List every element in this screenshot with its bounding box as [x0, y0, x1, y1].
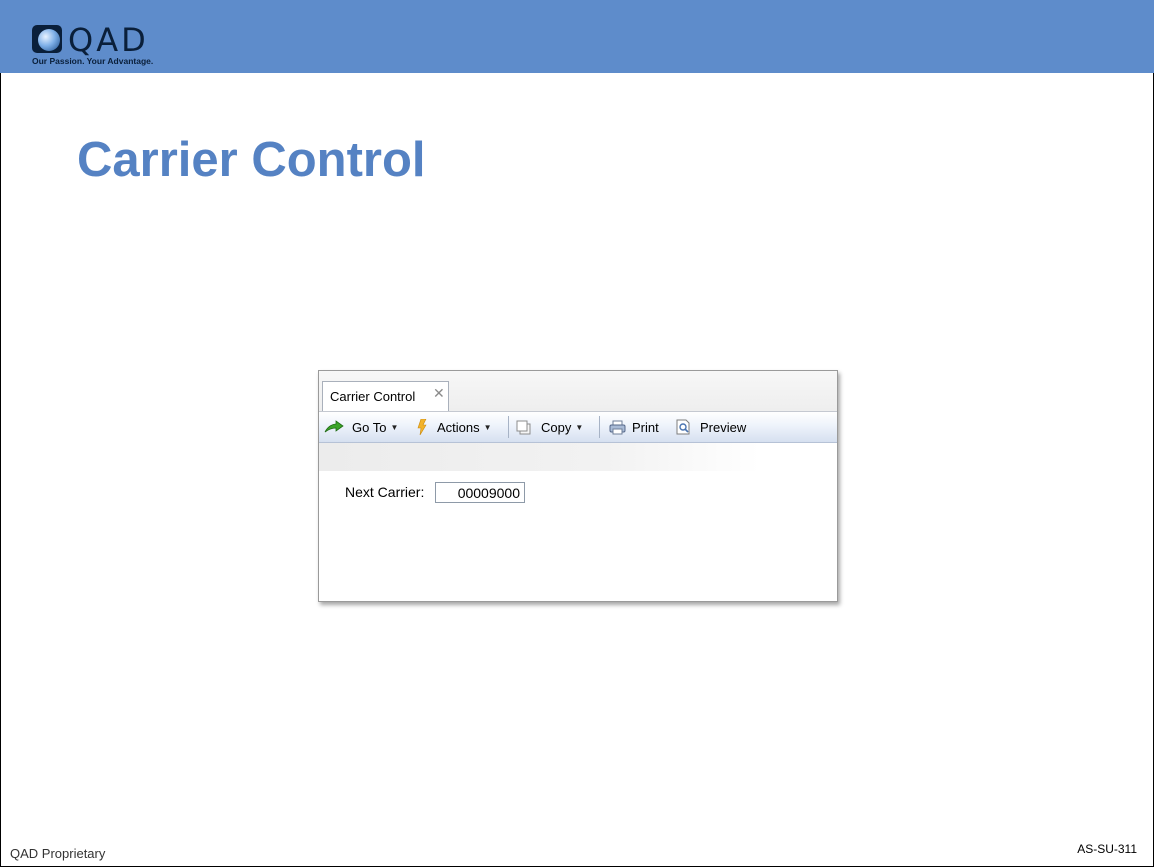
preview-button[interactable]: Preview	[676, 412, 746, 442]
chevron-down-icon: ▼	[390, 422, 399, 432]
copy-label: Copy	[541, 419, 572, 435]
copy-icon	[516, 420, 531, 435]
footer-slide-code: AS-SU-311	[1077, 842, 1137, 856]
preview-icon	[676, 419, 691, 435]
actions-button[interactable]: Actions ▼	[417, 412, 492, 442]
logo-text: QAD	[68, 21, 149, 59]
tab-carrier-control[interactable]: Carrier Control ✕	[322, 381, 449, 411]
printer-icon	[609, 420, 626, 435]
tab-label: Carrier Control	[330, 389, 416, 404]
qad-logo-icon	[32, 25, 62, 53]
goto-arrow-icon	[324, 420, 344, 434]
logo-tagline: Our Passion. Your Advantage.	[32, 56, 154, 66]
print-label: Print	[632, 419, 659, 435]
toolbar-divider	[599, 416, 600, 438]
carrier-control-window: Carrier Control ✕ Go To ▼ Actions ▼ Copy…	[318, 370, 838, 602]
toolbar-divider	[508, 416, 509, 438]
close-icon[interactable]: ✕	[433, 386, 445, 402]
actions-lightning-icon	[417, 418, 427, 436]
copy-button[interactable]: Copy ▼	[516, 412, 583, 442]
next-carrier-label: Next Carrier:	[345, 484, 425, 500]
chevron-down-icon: ▼	[575, 422, 584, 432]
tab-strip: Carrier Control ✕	[319, 371, 837, 412]
chevron-down-icon: ▼	[483, 422, 492, 432]
header-band: QAD Our Passion. Your Advantage.	[0, 0, 1154, 73]
footer-proprietary: QAD Proprietary	[10, 846, 106, 861]
form-header-bar	[319, 443, 837, 471]
qad-logo: QAD Our Passion. Your Advantage.	[30, 21, 180, 70]
goto-label: Go To	[352, 419, 387, 435]
toolbar: Go To ▼ Actions ▼ Copy ▼ Print Preview	[319, 412, 837, 443]
preview-label: Preview	[700, 419, 747, 435]
actions-label: Actions	[437, 419, 480, 435]
page-title: Carrier Control	[77, 133, 426, 187]
goto-button[interactable]: Go To ▼	[324, 412, 398, 442]
next-carrier-input[interactable]	[435, 482, 525, 503]
print-button[interactable]: Print	[609, 412, 659, 442]
